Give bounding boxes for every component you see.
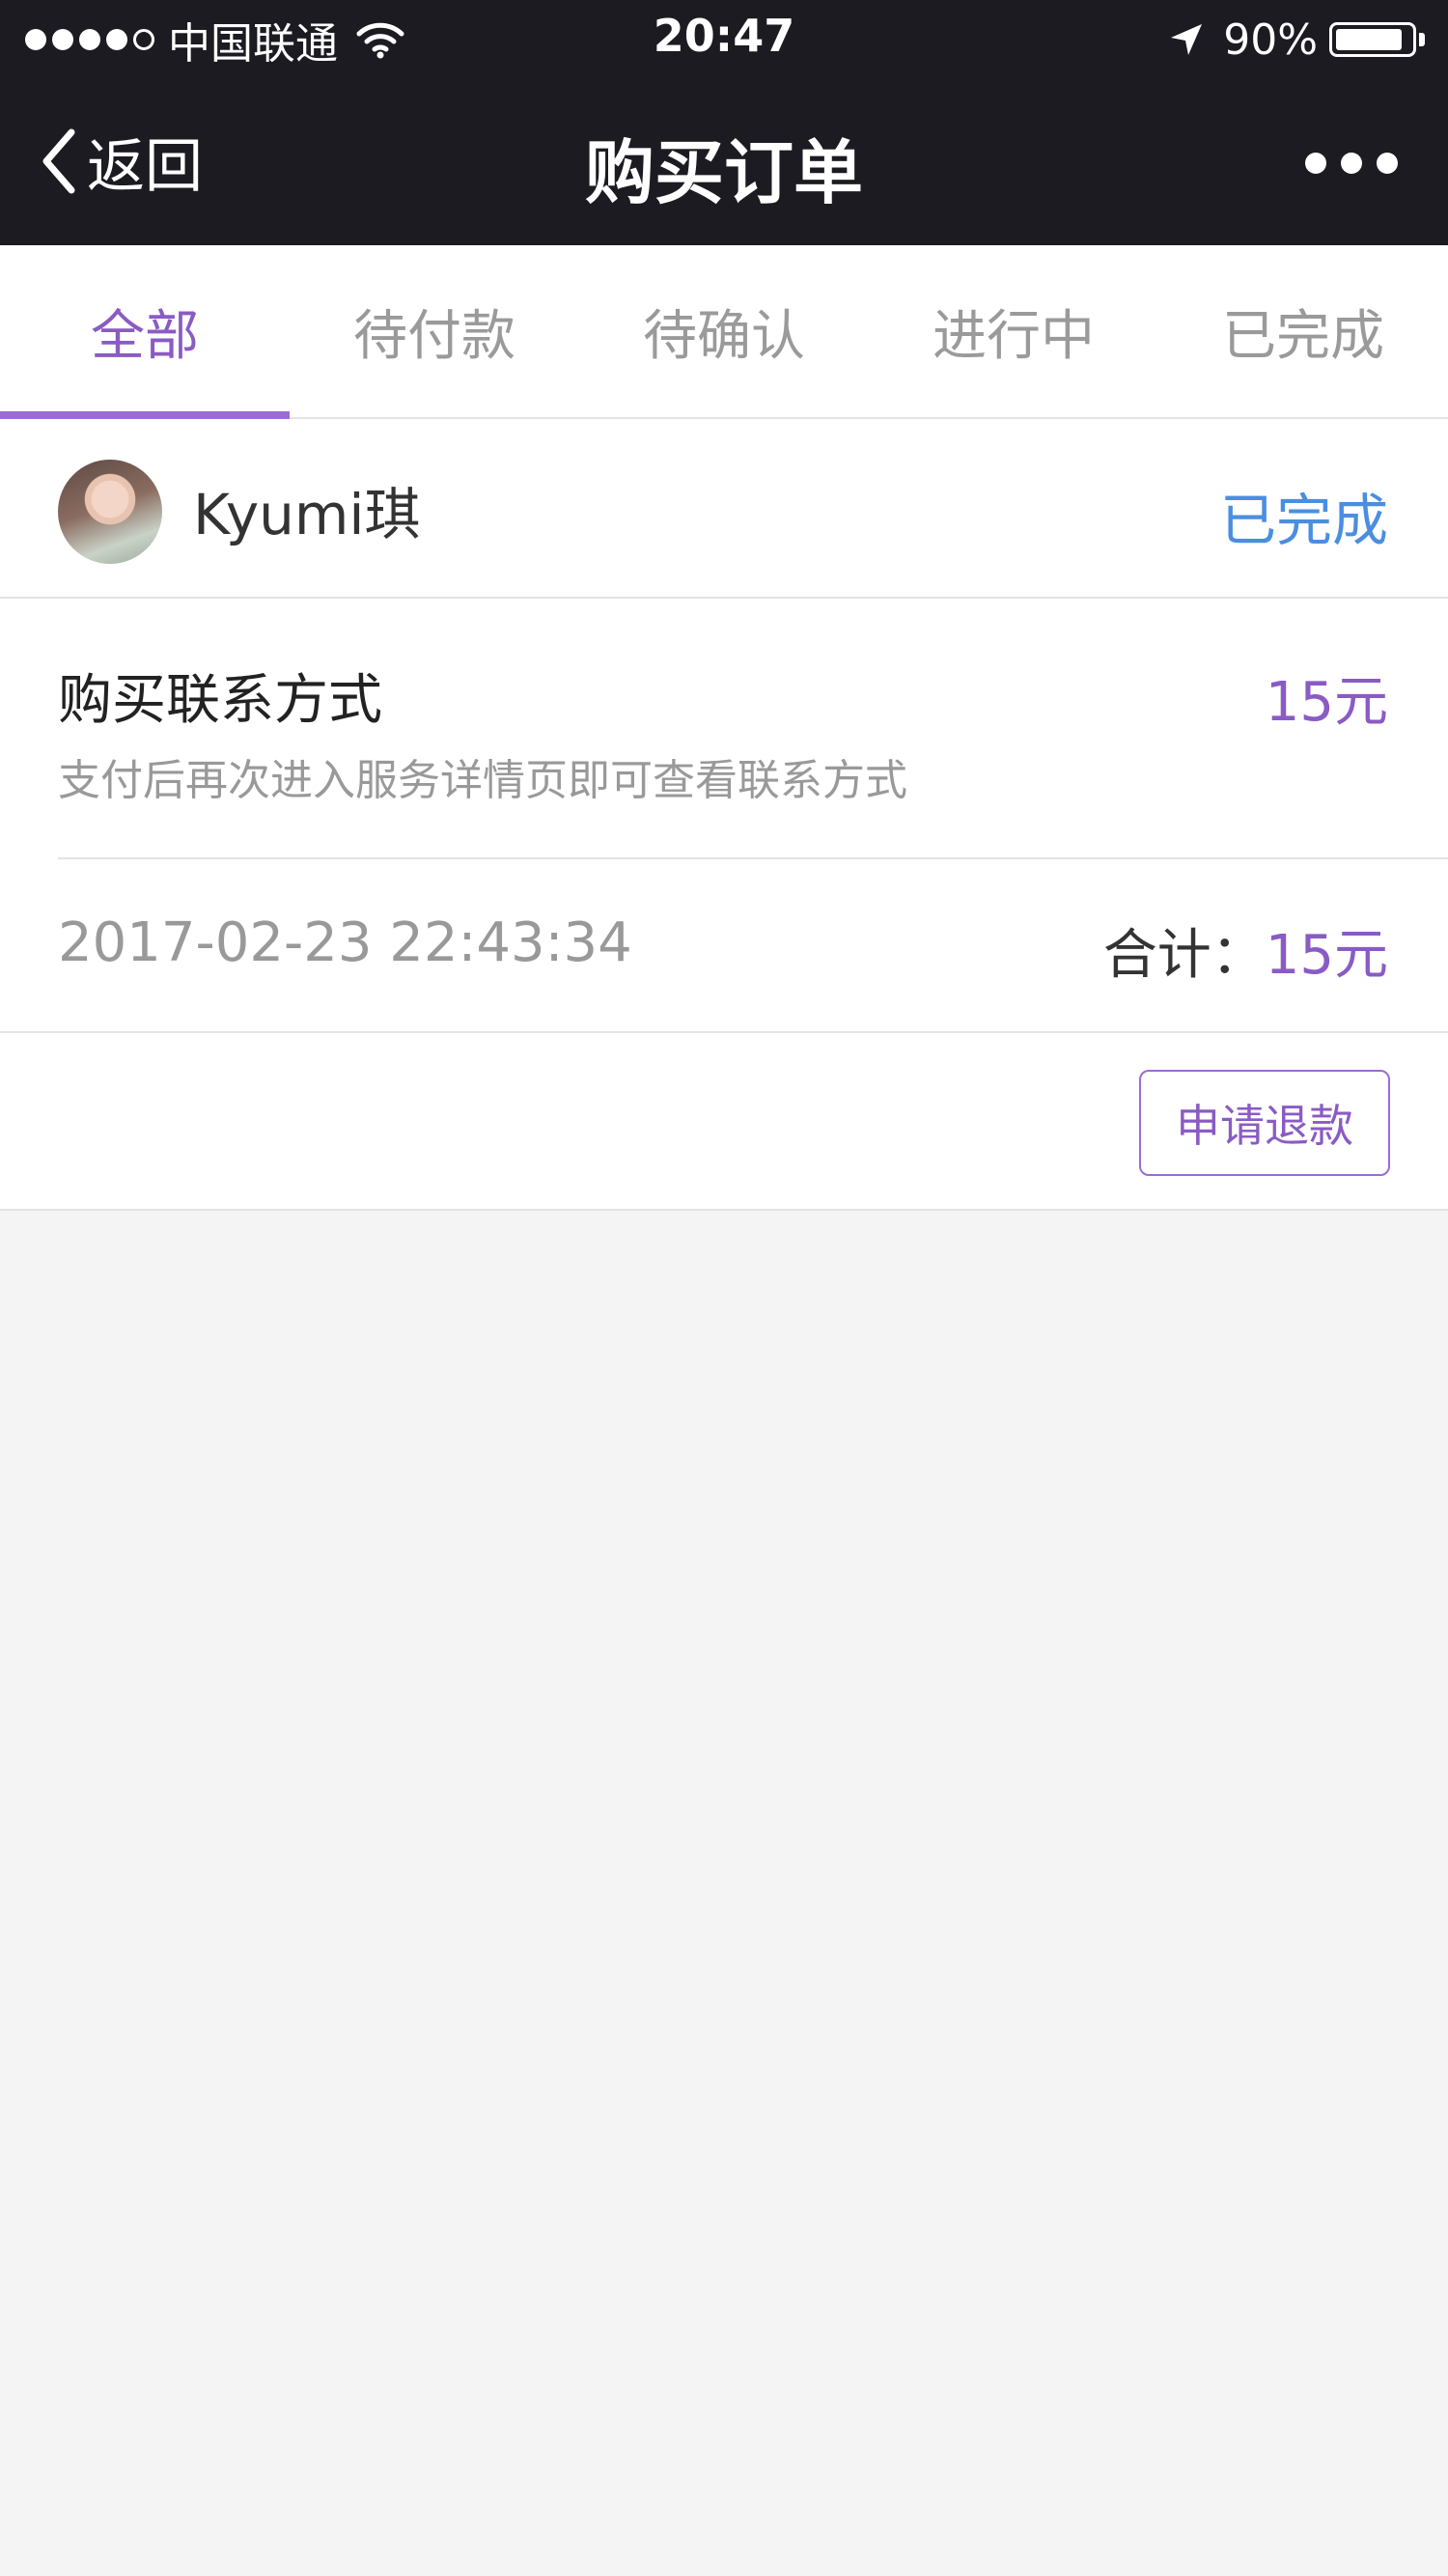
order-tabs: 全部 待付款 待确认 进行中 已完成 xyxy=(0,245,1448,419)
more-dots-icon[interactable] xyxy=(1305,139,1398,187)
location-arrow-icon xyxy=(1171,24,1203,55)
order-timestamp: 2017-02-23 22:43:34 xyxy=(58,911,632,974)
nav-bar: 返回 购买订单 xyxy=(0,79,1448,245)
order-actions: 申请退款 xyxy=(0,1033,1448,1211)
tab-label: 待确认 xyxy=(643,304,805,368)
item-title: 购买联系方式 xyxy=(58,669,382,732)
order-status-badge: 已完成 xyxy=(1219,488,1388,553)
page-title: 购买订单 xyxy=(584,132,863,213)
tab-all[interactable]: 全部 xyxy=(0,245,290,419)
tab-label: 待付款 xyxy=(353,304,515,368)
item-price: 15元 xyxy=(1265,671,1388,734)
tab-label: 全部 xyxy=(91,304,199,368)
tab-label: 进行中 xyxy=(933,304,1095,368)
tab-pending-confirm[interactable]: 待确认 xyxy=(579,245,869,417)
battery-percentage: 90% xyxy=(1223,14,1318,65)
item-description: 支付后再次进入服务详情页即可查看联系方式 xyxy=(58,756,907,805)
tab-label: 已完成 xyxy=(1222,304,1384,368)
order-total-row: 2017-02-23 22:43:34 合计： 15元 xyxy=(0,859,1448,1033)
tab-active-indicator xyxy=(0,411,290,419)
refund-button[interactable]: 申请退款 xyxy=(1139,1070,1390,1176)
seller-name: Kyumi琪 xyxy=(193,482,421,547)
tab-pending-payment[interactable]: 待付款 xyxy=(290,245,579,417)
total-label: 合计： xyxy=(1102,924,1266,987)
tab-in-progress[interactable]: 进行中 xyxy=(869,245,1158,417)
total-amount: 15元 xyxy=(1265,924,1388,987)
tab-completed[interactable]: 已完成 xyxy=(1158,245,1448,417)
order-item[interactable]: 购买联系方式 15元 支付后再次进入服务详情页即可查看联系方式 xyxy=(0,599,1448,859)
battery-cap xyxy=(1419,33,1425,46)
battery-icon xyxy=(1329,22,1416,57)
status-bar: 中国联通 20:47 90% xyxy=(0,0,1448,79)
order-seller-row[interactable]: Kyumi琪 已完成 xyxy=(0,419,1448,599)
avatar xyxy=(58,460,162,564)
order-total: 合计： 15元 xyxy=(1103,911,1388,990)
battery-fill xyxy=(1336,29,1402,50)
status-right: 90% xyxy=(1167,12,1425,68)
